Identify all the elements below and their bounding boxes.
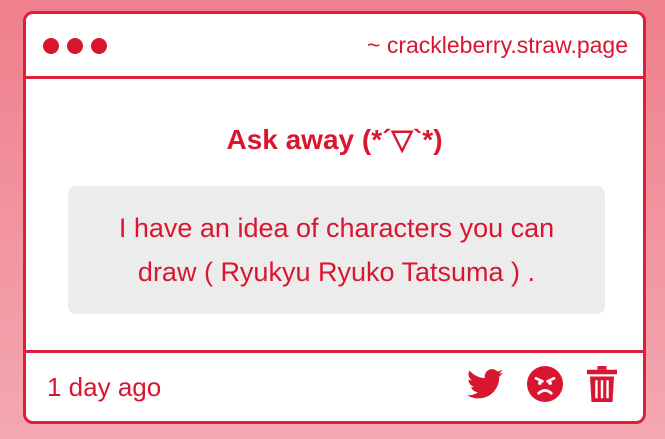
timestamp: 1 day ago xyxy=(47,372,162,402)
page-title: Ask away (*´▽`*) xyxy=(226,124,443,155)
angry-face-icon[interactable] xyxy=(527,366,563,407)
question-body: Ask away (*´▽`*) I have an idea of chara… xyxy=(26,79,643,355)
card-footer: 1 day ago xyxy=(26,350,643,421)
window-dot-1 xyxy=(43,38,59,54)
window-controls xyxy=(43,38,107,54)
window-titlebar: ~ crackleberry.straw.page xyxy=(26,14,643,79)
twitter-icon[interactable] xyxy=(467,369,503,404)
footer-actions xyxy=(467,366,617,407)
question-card: ~ crackleberry.straw.page Ask away (*´▽`… xyxy=(23,11,646,424)
question-text: I have an idea of characters you can dra… xyxy=(118,213,555,287)
window-dot-2 xyxy=(67,38,83,54)
site-url[interactable]: ~ crackleberry.straw.page xyxy=(367,32,628,59)
trash-icon[interactable] xyxy=(587,366,617,407)
question-bubble: I have an idea of characters you can dra… xyxy=(68,186,605,314)
window-dot-3 xyxy=(91,38,107,54)
